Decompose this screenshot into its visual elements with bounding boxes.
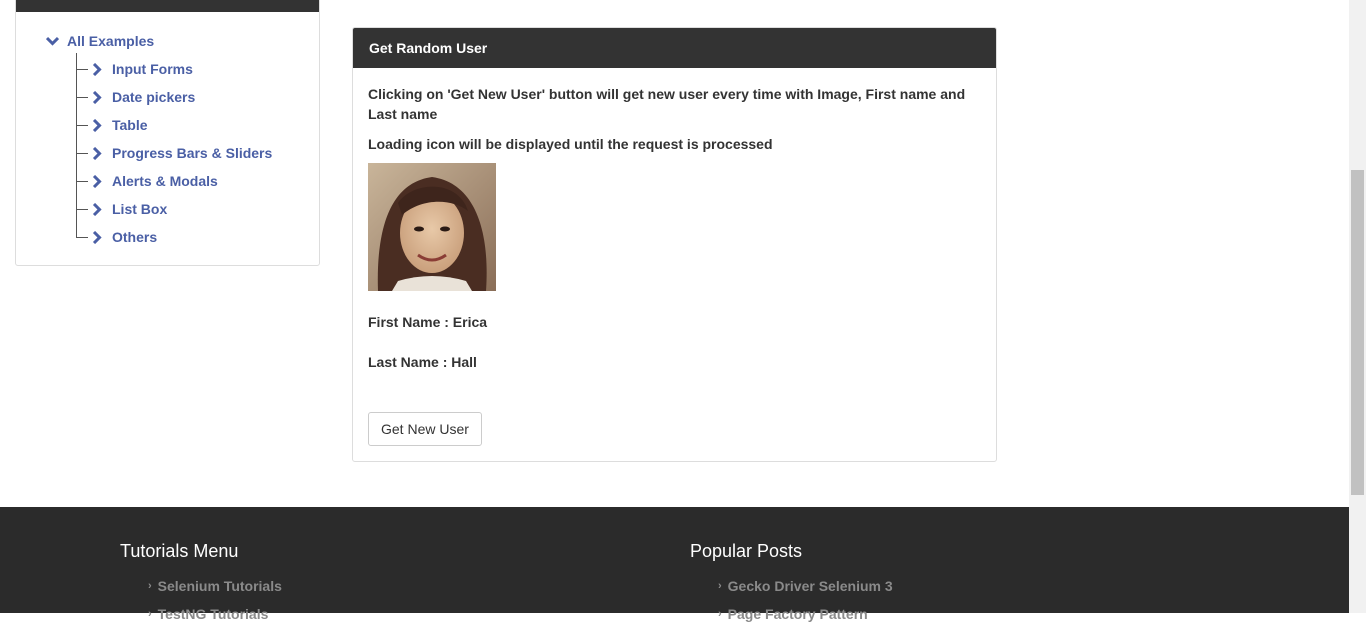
footer-tutorials-title: Tutorials Menu <box>120 541 239 561</box>
footer-link-selenium-tutorials[interactable]: › Selenium Tutorials <box>148 578 282 594</box>
description-text: Clicking on 'Get New User' button will g… <box>368 86 966 122</box>
tree-item-alerts-modals[interactable]: Alerts & Modals <box>76 171 218 191</box>
footer-link-testng-tutorials[interactable]: › TestNG Tutorials <box>148 606 268 622</box>
tree-item-table[interactable]: Table <box>76 115 148 135</box>
scrollbar-thumb[interactable] <box>1351 170 1364 495</box>
chevron-right-icon <box>92 118 102 132</box>
first-name-text: First Name : Erica <box>368 314 488 330</box>
tree-item-label: Others <box>112 229 158 245</box>
tree-item-label: Input Forms <box>112 61 193 77</box>
footer-popular-title: Popular Posts <box>690 541 803 561</box>
tree-item-label: Date pickers <box>112 89 196 105</box>
panel-body: Clicking on 'Get New User' button will g… <box>353 68 996 446</box>
tree-item-label: Progress Bars & Sliders <box>112 145 273 161</box>
tree-item-input-forms[interactable]: Input Forms <box>76 59 193 79</box>
tree-item-progress-bars[interactable]: Progress Bars & Sliders <box>76 143 272 163</box>
footer-link-gecko-driver[interactable]: › Gecko Driver Selenium 3 <box>718 578 893 594</box>
chevron-right-icon <box>92 174 102 188</box>
footer: Tutorials Menu › Selenium Tutorials › Te… <box>0 507 1349 622</box>
chevron-right-icon <box>92 62 102 76</box>
chevron-right-icon <box>92 90 102 104</box>
page-scrollbar[interactable] <box>1349 0 1366 613</box>
tree-root-label: All Examples <box>67 33 155 49</box>
loading-note: Loading icon will be displayed until the… <box>368 136 773 152</box>
sidebar-header-bar <box>16 0 319 12</box>
sidebar-tree-panel: All Examples Input Forms Date pickers Ta… <box>15 0 320 266</box>
user-avatar <box>368 163 496 291</box>
get-new-user-button[interactable]: Get New User <box>368 412 482 446</box>
tree-item-date-pickers[interactable]: Date pickers <box>76 87 195 107</box>
chevron-right-icon: › <box>148 608 152 620</box>
tree-item-label: List Box <box>112 201 168 217</box>
chevron-right-icon <box>92 230 102 244</box>
chevron-right-icon <box>92 146 102 160</box>
chevron-right-icon: › <box>148 580 152 592</box>
tree-item-others[interactable]: Others <box>76 227 157 247</box>
panel-title: Get Random User <box>353 28 996 68</box>
footer-link-page-factory[interactable]: › Page Factory Pattern <box>718 606 868 622</box>
chevron-right-icon: › <box>718 608 722 620</box>
random-user-panel: Get Random User Clicking on 'Get New Use… <box>352 27 997 462</box>
last-name-text: Last Name : Hall <box>368 354 477 370</box>
tree-item-list-box[interactable]: List Box <box>76 199 167 219</box>
tree-root-all-examples[interactable]: All Examples <box>46 31 154 51</box>
chevron-right-icon: › <box>718 580 722 592</box>
tree-item-label: Alerts & Modals <box>112 173 218 189</box>
tree-item-label: Table <box>112 117 148 133</box>
chevron-down-icon <box>46 36 59 46</box>
chevron-right-icon <box>92 202 102 216</box>
